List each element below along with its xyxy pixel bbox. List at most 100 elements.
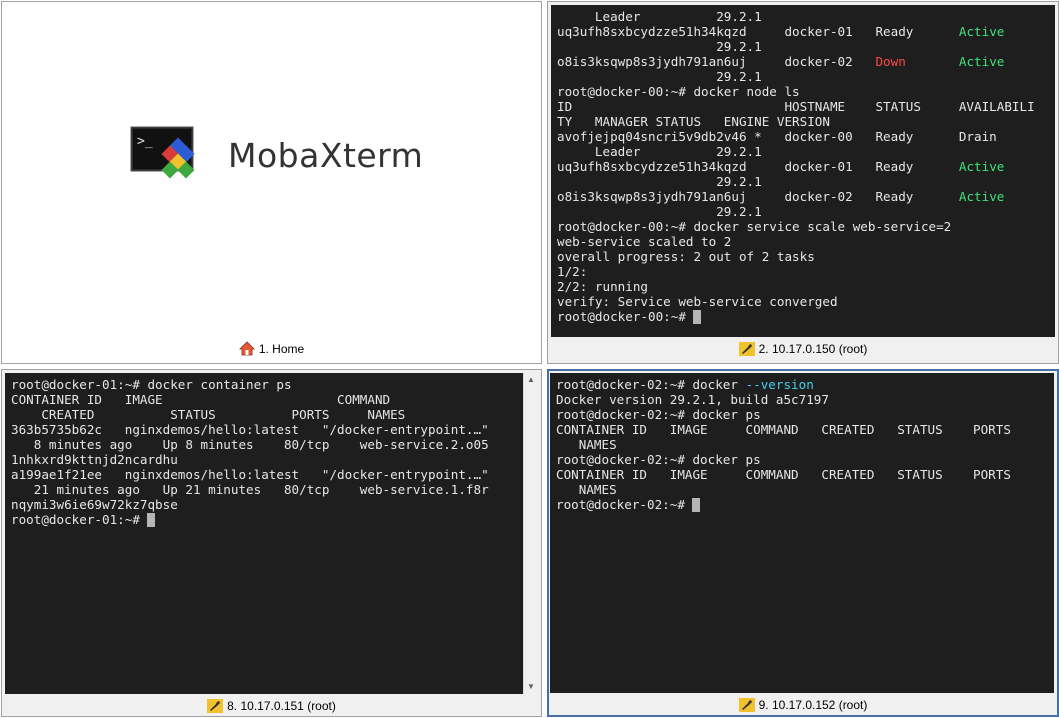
terminal-line: NAMES (556, 437, 1048, 452)
terminal-text: root@docker-02:~# docker ps (556, 407, 761, 422)
terminal-text: root@docker-01:~# docker container ps (11, 377, 292, 392)
mobaxterm-terminal-icon: >_ (130, 126, 195, 179)
terminal-text: avofjejpq04sncri5v9db2v46 * docker-00 Re… (557, 129, 997, 144)
terminal-line: root@docker-01:~# docker container ps (11, 377, 517, 392)
terminal-text: Docker version 29.2.1, build a5c7197 (556, 392, 829, 407)
terminal-text: nqymi3w6ie69w72kz7qbse (11, 497, 178, 512)
terminal-line: 8 minutes ago Up 8 minutes 80/tcp web-se… (11, 437, 517, 452)
terminal-line: TY MANAGER STATUS ENGINE VERSION (557, 114, 1049, 129)
terminal-line: root@docker-02:~# docker ps (556, 407, 1048, 422)
terminal-text: root@docker-01:~# (11, 512, 148, 527)
terminal-text: 1/2: (557, 264, 588, 279)
terminal-text: 8 minutes ago Up 8 minutes 80/tcp web-se… (11, 437, 489, 452)
tab-home-label: 1. Home (258, 342, 305, 356)
scroll-down-icon[interactable]: ▼ (524, 680, 538, 694)
terminal-text: CONTAINER ID IMAGE COMMAND CREATED STATU… (556, 467, 1011, 482)
terminal-text: CREATED STATUS PORTS NAMES (11, 407, 406, 422)
tab-session-151[interactable]: 8. 10.17.0.151 (root) (2, 697, 541, 715)
terminal-line: CREATED STATUS PORTS NAMES (11, 407, 517, 422)
terminal-text: uq3ufh8sxbcydzze51h34kqzd docker-01 Read… (557, 159, 959, 174)
terminal-line: 29.2.1 (557, 174, 1049, 189)
wrench-icon (207, 699, 224, 718)
terminal-line: root@docker-01:~# (11, 512, 517, 527)
tab-home[interactable]: 1. Home (2, 340, 541, 358)
wrench-icon (738, 342, 755, 361)
tab-session-151-label: 8. 10.17.0.151 (root) (227, 699, 336, 713)
terminal-text: a199ae1f21ee nginxdemos/hello:latest "/d… (11, 467, 489, 482)
terminal-output-150[interactable]: Leader 29.2.1 uq3ufh8sxbcydzze51h34kqzd d… (551, 5, 1055, 337)
terminal-line: ID HOSTNAME STATUS AVAILABILI (557, 99, 1049, 114)
terminal-text: 21 minutes ago Up 21 minutes 80/tcp web-… (11, 482, 489, 497)
terminal-text: 29.2.1 (557, 39, 762, 54)
terminal-text: root@docker-00:~# docker node ls (557, 84, 800, 99)
terminal-text: Active (958, 159, 1005, 174)
terminal-line: web-service scaled to 2 (557, 234, 1049, 249)
terminal-line: 29.2.1 (557, 39, 1049, 54)
terminal-line: Docker version 29.2.1, build a5c7197 (556, 392, 1048, 407)
terminal-text: root@docker-00:~# (557, 309, 694, 324)
terminal-pane-152[interactable]: root@docker-02:~# docker --version Docker… (547, 369, 1059, 717)
terminal-text: CONTAINER ID IMAGE COMMAND CREATED STATU… (556, 422, 1011, 437)
terminal-line: avofjejpq04sncri5v9db2v46 * docker-00 Re… (557, 129, 1049, 144)
terminal-text: root@docker-02:~# (556, 497, 693, 512)
tab-session-150-label: 2. 10.17.0.150 (root) (758, 342, 868, 356)
terminal-text: Active (958, 24, 1005, 39)
terminal-output-151[interactable]: root@docker-01:~# docker container ps CON… (5, 373, 523, 694)
terminal-pane-151[interactable]: root@docker-01:~# docker container ps CON… (1, 369, 542, 717)
terminal-line: o8is3ksqwp8s3jydh791an6uj docker-02 Read… (557, 189, 1049, 204)
terminal-line: root@docker-02:~# (556, 497, 1048, 512)
terminal-cursor (692, 498, 701, 512)
terminal-line: 1nhkxrd9kttnjd2ncardhu (11, 452, 517, 467)
terminal-text: NAMES (556, 482, 617, 497)
terminal-text: Active (958, 189, 1005, 204)
terminal-pane-150[interactable]: Leader 29.2.1 uq3ufh8sxbcydzze51h34kqzd d… (547, 1, 1059, 364)
terminal-cursor (693, 310, 702, 324)
terminal-line: nqymi3w6ie69w72kz7qbse (11, 497, 517, 512)
terminal-line: root@docker-02:~# docker ps (556, 452, 1048, 467)
terminal-line: 29.2.1 (557, 204, 1049, 219)
home-pane[interactable]: >_ MobaXterm 1. Home (1, 1, 542, 364)
terminal-text: 29.2.1 (557, 174, 762, 189)
terminal-line: Leader 29.2.1 (557, 144, 1049, 159)
tab-session-152[interactable]: 9. 10.17.0.152 (root) (549, 696, 1057, 714)
terminal-line: uq3ufh8sxbcydzze51h34kqzd docker-01 Read… (557, 159, 1049, 174)
terminal-line: 363b5735b62c nginxdemos/hello:latest "/d… (11, 422, 517, 437)
terminal-line: CONTAINER ID IMAGE COMMAND (11, 392, 517, 407)
terminal-line: root@docker-00:~# docker node ls (557, 84, 1049, 99)
terminal-text: o8is3ksqwp8s3jydh791an6uj docker-02 (557, 54, 876, 69)
app-name: MobaXterm (228, 136, 424, 175)
wrench-icon (738, 698, 755, 717)
tab-session-150[interactable]: 2. 10.17.0.150 (root) (548, 340, 1058, 358)
terminal-line: verify: Service web-service converged (557, 294, 1049, 309)
terminal-text: Active (958, 54, 1005, 69)
terminal-cursor (147, 513, 156, 527)
terminal-line: uq3ufh8sxbcydzze51h34kqzd docker-01 Read… (557, 24, 1049, 39)
terminal-line: 21 minutes ago Up 21 minutes 80/tcp web-… (11, 482, 517, 497)
terminal-text: root@docker-00:~# docker service scale w… (557, 219, 952, 234)
terminal-line: root@docker-00:~# docker service scale w… (557, 219, 1049, 234)
tab-session-152-label: 9. 10.17.0.152 (root) (758, 698, 868, 712)
terminal-line: CONTAINER ID IMAGE COMMAND CREATED STATU… (556, 467, 1048, 482)
terminal-line: overall progress: 2 out of 2 tasks (557, 249, 1049, 264)
terminal-text: uq3ufh8sxbcydzze51h34kqzd docker-01 Read… (557, 24, 959, 39)
terminal-text: Leader 29.2.1 (557, 144, 762, 159)
terminal-line: CONTAINER ID IMAGE COMMAND CREATED STATU… (556, 422, 1048, 437)
terminal-scrollbar[interactable]: ▲ ▼ (523, 373, 538, 694)
terminal-line: root@docker-02:~# docker --version (556, 377, 1048, 392)
terminal-text: verify: Service web-service converged (557, 294, 838, 309)
scroll-up-icon[interactable]: ▲ (524, 373, 538, 387)
terminal-text: 29.2.1 (557, 204, 762, 219)
terminal-output-152[interactable]: root@docker-02:~# docker --version Docker… (550, 373, 1054, 693)
terminal-text: --version (745, 377, 814, 392)
terminal-line: NAMES (556, 482, 1048, 497)
terminal-text: CONTAINER ID IMAGE COMMAND (11, 392, 391, 407)
home-icon (238, 341, 255, 361)
terminal-text: ID HOSTNAME STATUS AVAILABILI (557, 99, 1035, 114)
terminal-line: Leader 29.2.1 (557, 9, 1049, 24)
terminal-text: 2/2: running (557, 279, 648, 294)
terminal-text: overall progress: 2 out of 2 tasks (557, 249, 815, 264)
terminal-line: o8is3ksqwp8s3jydh791an6uj docker-02 Down… (557, 54, 1049, 69)
terminal-text: 1nhkxrd9kttnjd2ncardhu (11, 452, 178, 467)
terminal-text: Leader 29.2.1 (557, 9, 762, 24)
